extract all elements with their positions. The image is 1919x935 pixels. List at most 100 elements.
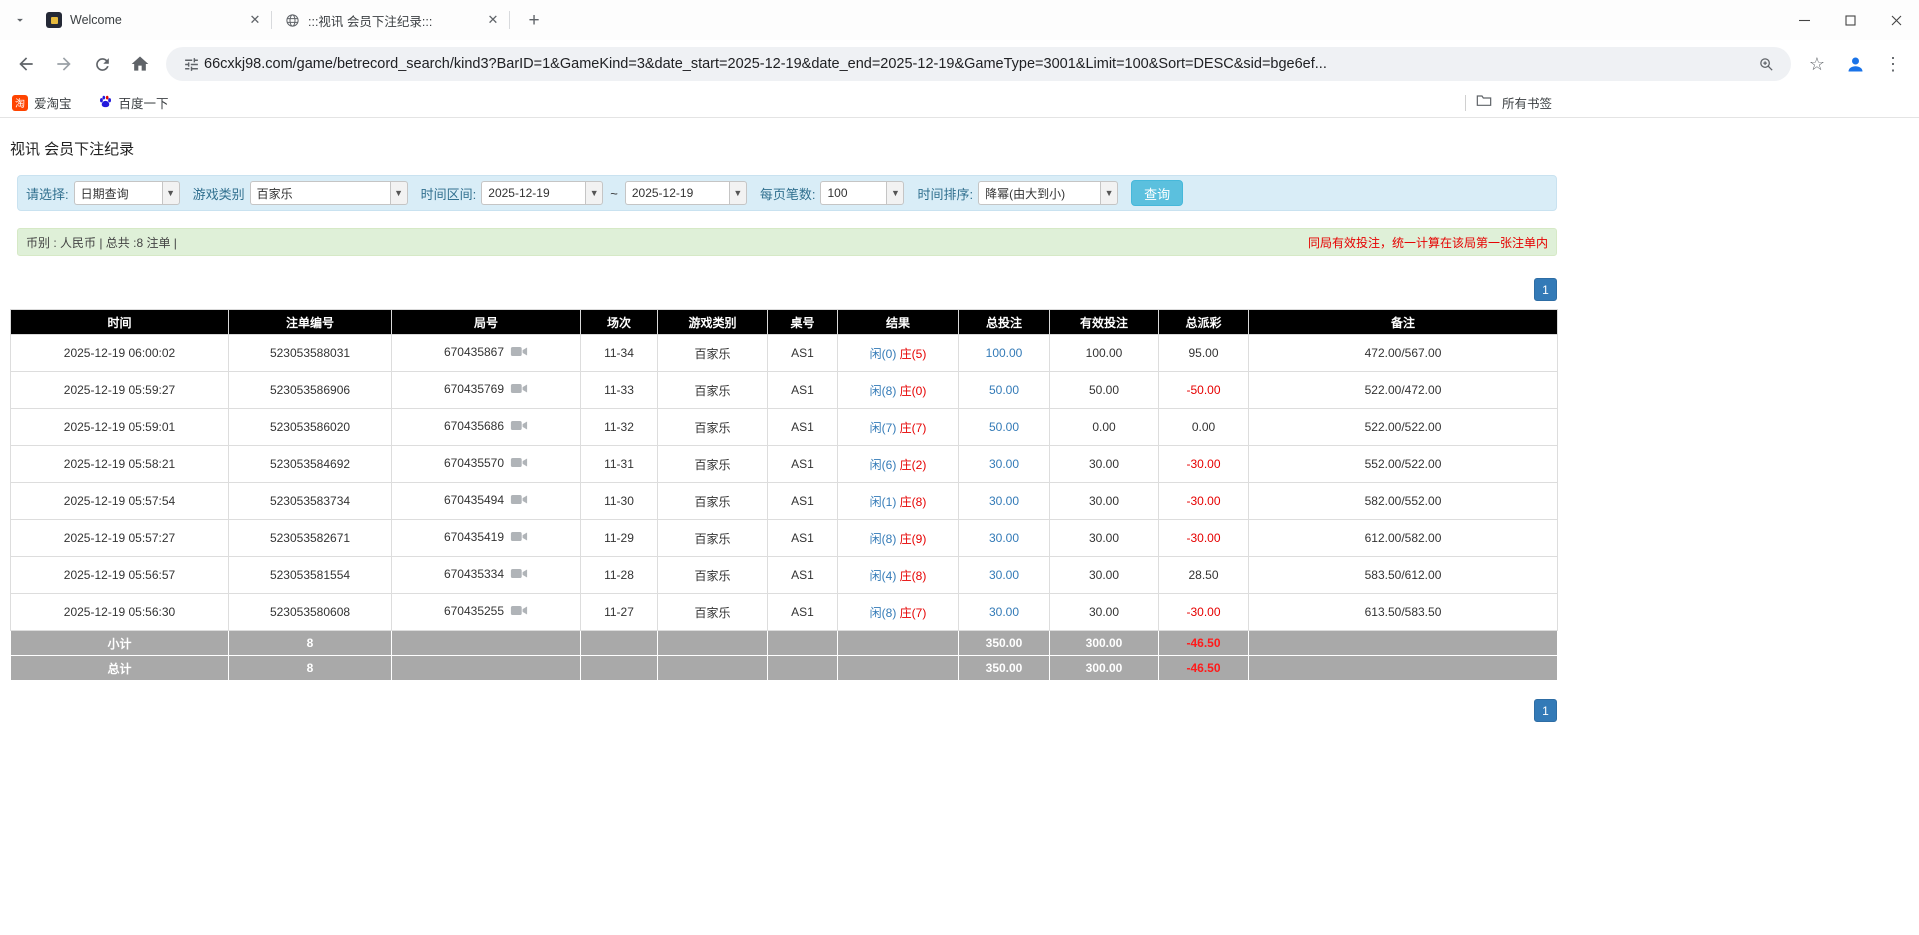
refresh-icon[interactable] xyxy=(84,46,120,82)
result-player: 闲(1) xyxy=(870,495,897,509)
video-camera-icon[interactable] xyxy=(510,604,528,620)
filter-bar: 请选择: ▼ 游戏类别 ▼ 时间区间: ▼ ~ ▼ 每页笔数: xyxy=(17,175,1557,211)
tab-search-chevron-icon[interactable] xyxy=(6,6,34,34)
cell-game-type: 百家乐 xyxy=(658,446,768,483)
table-row: 2025-12-19 06:00:02523053588031670435867… xyxy=(11,335,1558,372)
cell-round-id: 670435334 xyxy=(392,557,581,594)
new-tab-button[interactable]: + xyxy=(520,6,548,34)
subtotal-label: 小计 xyxy=(11,631,229,656)
sort-combo: ▼ xyxy=(978,181,1118,205)
cell-total-bet: 30.00 xyxy=(959,520,1050,557)
summary-empty-cell xyxy=(838,631,959,656)
subtotal-count: 8 xyxy=(229,631,392,656)
site-settings-tune-icon[interactable] xyxy=(178,51,204,77)
game-type-dropdown-icon[interactable]: ▼ xyxy=(390,181,408,205)
cell-game-type: 百家乐 xyxy=(658,594,768,631)
tab-close-icon[interactable]: ✕ xyxy=(246,11,264,29)
table-header-row: 时间 注单编号 局号 场次 游戏类别 桌号 结果 总投注 有效投注 总派彩 备注 xyxy=(11,310,1558,335)
result-player: 闲(0) xyxy=(870,347,897,361)
date-end-dropdown-icon[interactable]: ▼ xyxy=(729,181,747,205)
search-button[interactable]: 查询 xyxy=(1131,180,1183,206)
minimize-button[interactable] xyxy=(1781,0,1827,40)
game-type-input[interactable] xyxy=(250,181,390,205)
bookmark-star-icon[interactable]: ☆ xyxy=(1799,46,1835,82)
cell-result: 闲(8) 庄(9) xyxy=(838,520,959,557)
total-bet-link[interactable]: 30.00 xyxy=(989,568,1019,582)
table-row: 2025-12-19 05:56:30523053580608670435255… xyxy=(11,594,1558,631)
cell-game-type: 百家乐 xyxy=(658,409,768,446)
header-time: 时间 xyxy=(11,310,229,335)
all-bookmarks-group[interactable]: 所有书签 xyxy=(1465,93,1552,112)
total-bet-link[interactable]: 100.00 xyxy=(986,346,1023,360)
video-camera-icon[interactable] xyxy=(510,567,528,583)
cell-game-type: 百家乐 xyxy=(658,483,768,520)
result-banker: 庄(8) xyxy=(900,495,927,509)
tab-welcome[interactable]: Welcome ✕ xyxy=(34,0,272,40)
info-bar: 币别 : 人民币 | 总共 :8 注单 | 同局有效投注，统一计算在该局第一张注… xyxy=(17,228,1557,256)
profile-avatar-icon[interactable] xyxy=(1837,46,1873,82)
back-icon[interactable] xyxy=(8,46,44,82)
bookmark-taobao[interactable]: 淘 爱淘宝 xyxy=(12,93,72,112)
cell-game-type: 百家乐 xyxy=(658,335,768,372)
cell-total-bet: 50.00 xyxy=(959,372,1050,409)
video-camera-icon[interactable] xyxy=(510,419,528,435)
total-bet-link[interactable]: 30.00 xyxy=(989,531,1019,545)
cell-valid-bet: 30.00 xyxy=(1050,483,1159,520)
result-player: 闲(8) xyxy=(870,606,897,620)
home-icon[interactable] xyxy=(122,46,158,82)
forward-icon[interactable] xyxy=(46,46,82,82)
video-camera-icon[interactable] xyxy=(510,493,528,509)
sort-input[interactable] xyxy=(978,181,1100,205)
bookmark-baidu[interactable]: 百度一下 xyxy=(98,93,169,112)
cell-valid-bet: 30.00 xyxy=(1050,520,1159,557)
menu-kebab-icon[interactable]: ⋮ xyxy=(1875,46,1911,82)
page-size-input[interactable] xyxy=(820,181,886,205)
zoom-icon[interactable] xyxy=(1753,51,1779,77)
select-label: 请选择: xyxy=(26,184,69,203)
summary-empty-cell xyxy=(581,631,658,656)
page-size-combo: ▼ xyxy=(820,181,904,205)
sort-dropdown-icon[interactable]: ▼ xyxy=(1100,181,1118,205)
table-row: 2025-12-19 05:56:57523053581554670435334… xyxy=(11,557,1558,594)
page-1-button[interactable]: 1 xyxy=(1534,699,1557,722)
page-size-dropdown-icon[interactable]: ▼ xyxy=(886,181,904,205)
address-bar[interactable]: 66cxkj98.com/game/betrecord_search/kind3… xyxy=(166,47,1791,81)
total-bet-link[interactable]: 50.00 xyxy=(989,383,1019,397)
date-start-dropdown-icon[interactable]: ▼ xyxy=(585,181,603,205)
maximize-button[interactable] xyxy=(1827,0,1873,40)
header-round-id: 局号 xyxy=(392,310,581,335)
total-bet-link[interactable]: 30.00 xyxy=(989,605,1019,619)
tab-title: :::视讯 会员下注纪录::: xyxy=(308,11,476,30)
query-type-dropdown-icon[interactable]: ▼ xyxy=(162,181,180,205)
round-number: 670435494 xyxy=(444,493,504,507)
date-end-input[interactable] xyxy=(625,181,729,205)
bookmark-label: 爱淘宝 xyxy=(34,93,72,112)
page-1-button[interactable]: 1 xyxy=(1534,278,1557,301)
cell-table-id: AS1 xyxy=(768,409,838,446)
total-bet-link[interactable]: 30.00 xyxy=(989,494,1019,508)
video-camera-icon[interactable] xyxy=(510,382,528,398)
summary-empty-cell xyxy=(1249,656,1558,681)
table-row: 2025-12-19 05:57:27523053582671670435419… xyxy=(11,520,1558,557)
cell-total-bet: 30.00 xyxy=(959,557,1050,594)
welcome-favicon xyxy=(46,12,62,28)
subtotal-row: 小计 8 350.00 300.00 -46.50 xyxy=(11,631,1558,656)
date-start-input[interactable] xyxy=(481,181,585,205)
cell-bet-id: 523053583734 xyxy=(229,483,392,520)
tab-betrecord[interactable]: :::视讯 会员下注纪录::: ✕ xyxy=(272,0,510,40)
tab-close-icon[interactable]: ✕ xyxy=(484,11,502,29)
close-window-button[interactable] xyxy=(1873,0,1919,40)
video-camera-icon[interactable] xyxy=(510,345,528,361)
query-type-input[interactable] xyxy=(74,181,162,205)
video-camera-icon[interactable] xyxy=(510,456,528,472)
result-banker: 庄(0) xyxy=(900,384,927,398)
header-bet-id: 注单编号 xyxy=(229,310,392,335)
header-game-type: 游戏类别 xyxy=(658,310,768,335)
total-bet-link[interactable]: 50.00 xyxy=(989,420,1019,434)
summary-empty-cell xyxy=(658,656,768,681)
cell-remark: 612.00/582.00 xyxy=(1249,520,1558,557)
total-bet-link[interactable]: 30.00 xyxy=(989,457,1019,471)
cell-result: 闲(4) 庄(8) xyxy=(838,557,959,594)
video-camera-icon[interactable] xyxy=(510,530,528,546)
table-row: 2025-12-19 05:57:54523053583734670435494… xyxy=(11,483,1558,520)
